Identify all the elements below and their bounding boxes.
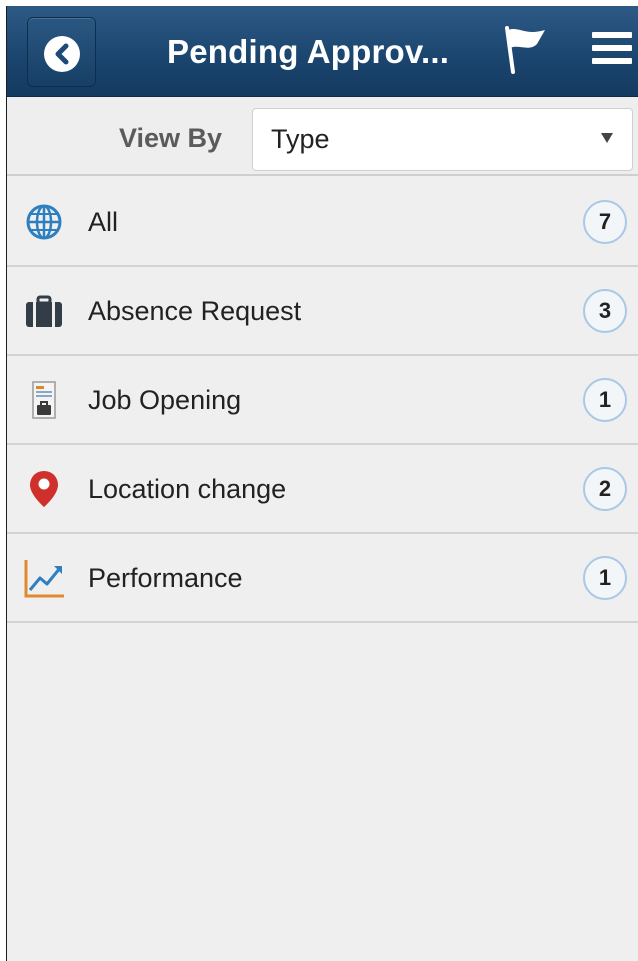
job-document-icon	[32, 381, 56, 419]
briefcase-icon	[26, 295, 62, 327]
view-by-select[interactable]: Type	[252, 108, 633, 171]
list-item-absence-request[interactable]: Absence Request 3	[7, 267, 638, 356]
list-item-label: All	[88, 207, 119, 237]
list-item-label: Location change	[88, 474, 287, 504]
globe-icon	[26, 204, 62, 240]
view-by-bar: View By Type	[7, 98, 638, 176]
view-by-label: View By	[119, 123, 223, 153]
list-item-label: Absence Request	[88, 296, 302, 326]
header-bar: Pending Approv...	[7, 6, 638, 97]
list-item-job-opening[interactable]: Job Opening 1	[7, 356, 638, 445]
flag-icon[interactable]	[497, 24, 549, 76]
back-button[interactable]	[27, 17, 96, 87]
dropdown-arrow-icon	[601, 133, 613, 143]
list-item-performance[interactable]: Performance 1	[7, 534, 638, 623]
count-badge: 2	[583, 467, 627, 511]
list-item-label: Job Opening	[88, 385, 242, 415]
chevron-left-icon	[55, 43, 69, 65]
map-pin-icon	[30, 471, 58, 507]
count-badge: 1	[583, 378, 627, 422]
count-badge: 7	[583, 200, 627, 244]
view-by-selected-value: Type	[271, 124, 330, 154]
app-frame: Pending Approv... View By Type All 7 Abs…	[6, 6, 638, 961]
count-badge: 1	[583, 556, 627, 600]
page-title: Pending Approv...	[167, 33, 450, 70]
list-item-all[interactable]: All 7	[7, 178, 638, 267]
hamburger-menu-icon[interactable]	[592, 28, 632, 68]
category-list: All 7 Absence Request 3 Job Opening 1 Lo…	[7, 178, 638, 623]
line-chart-icon	[24, 560, 64, 598]
count-badge: 3	[583, 289, 627, 333]
list-item-label: Performance	[88, 563, 243, 593]
list-item-location-change[interactable]: Location change 2	[7, 445, 638, 534]
